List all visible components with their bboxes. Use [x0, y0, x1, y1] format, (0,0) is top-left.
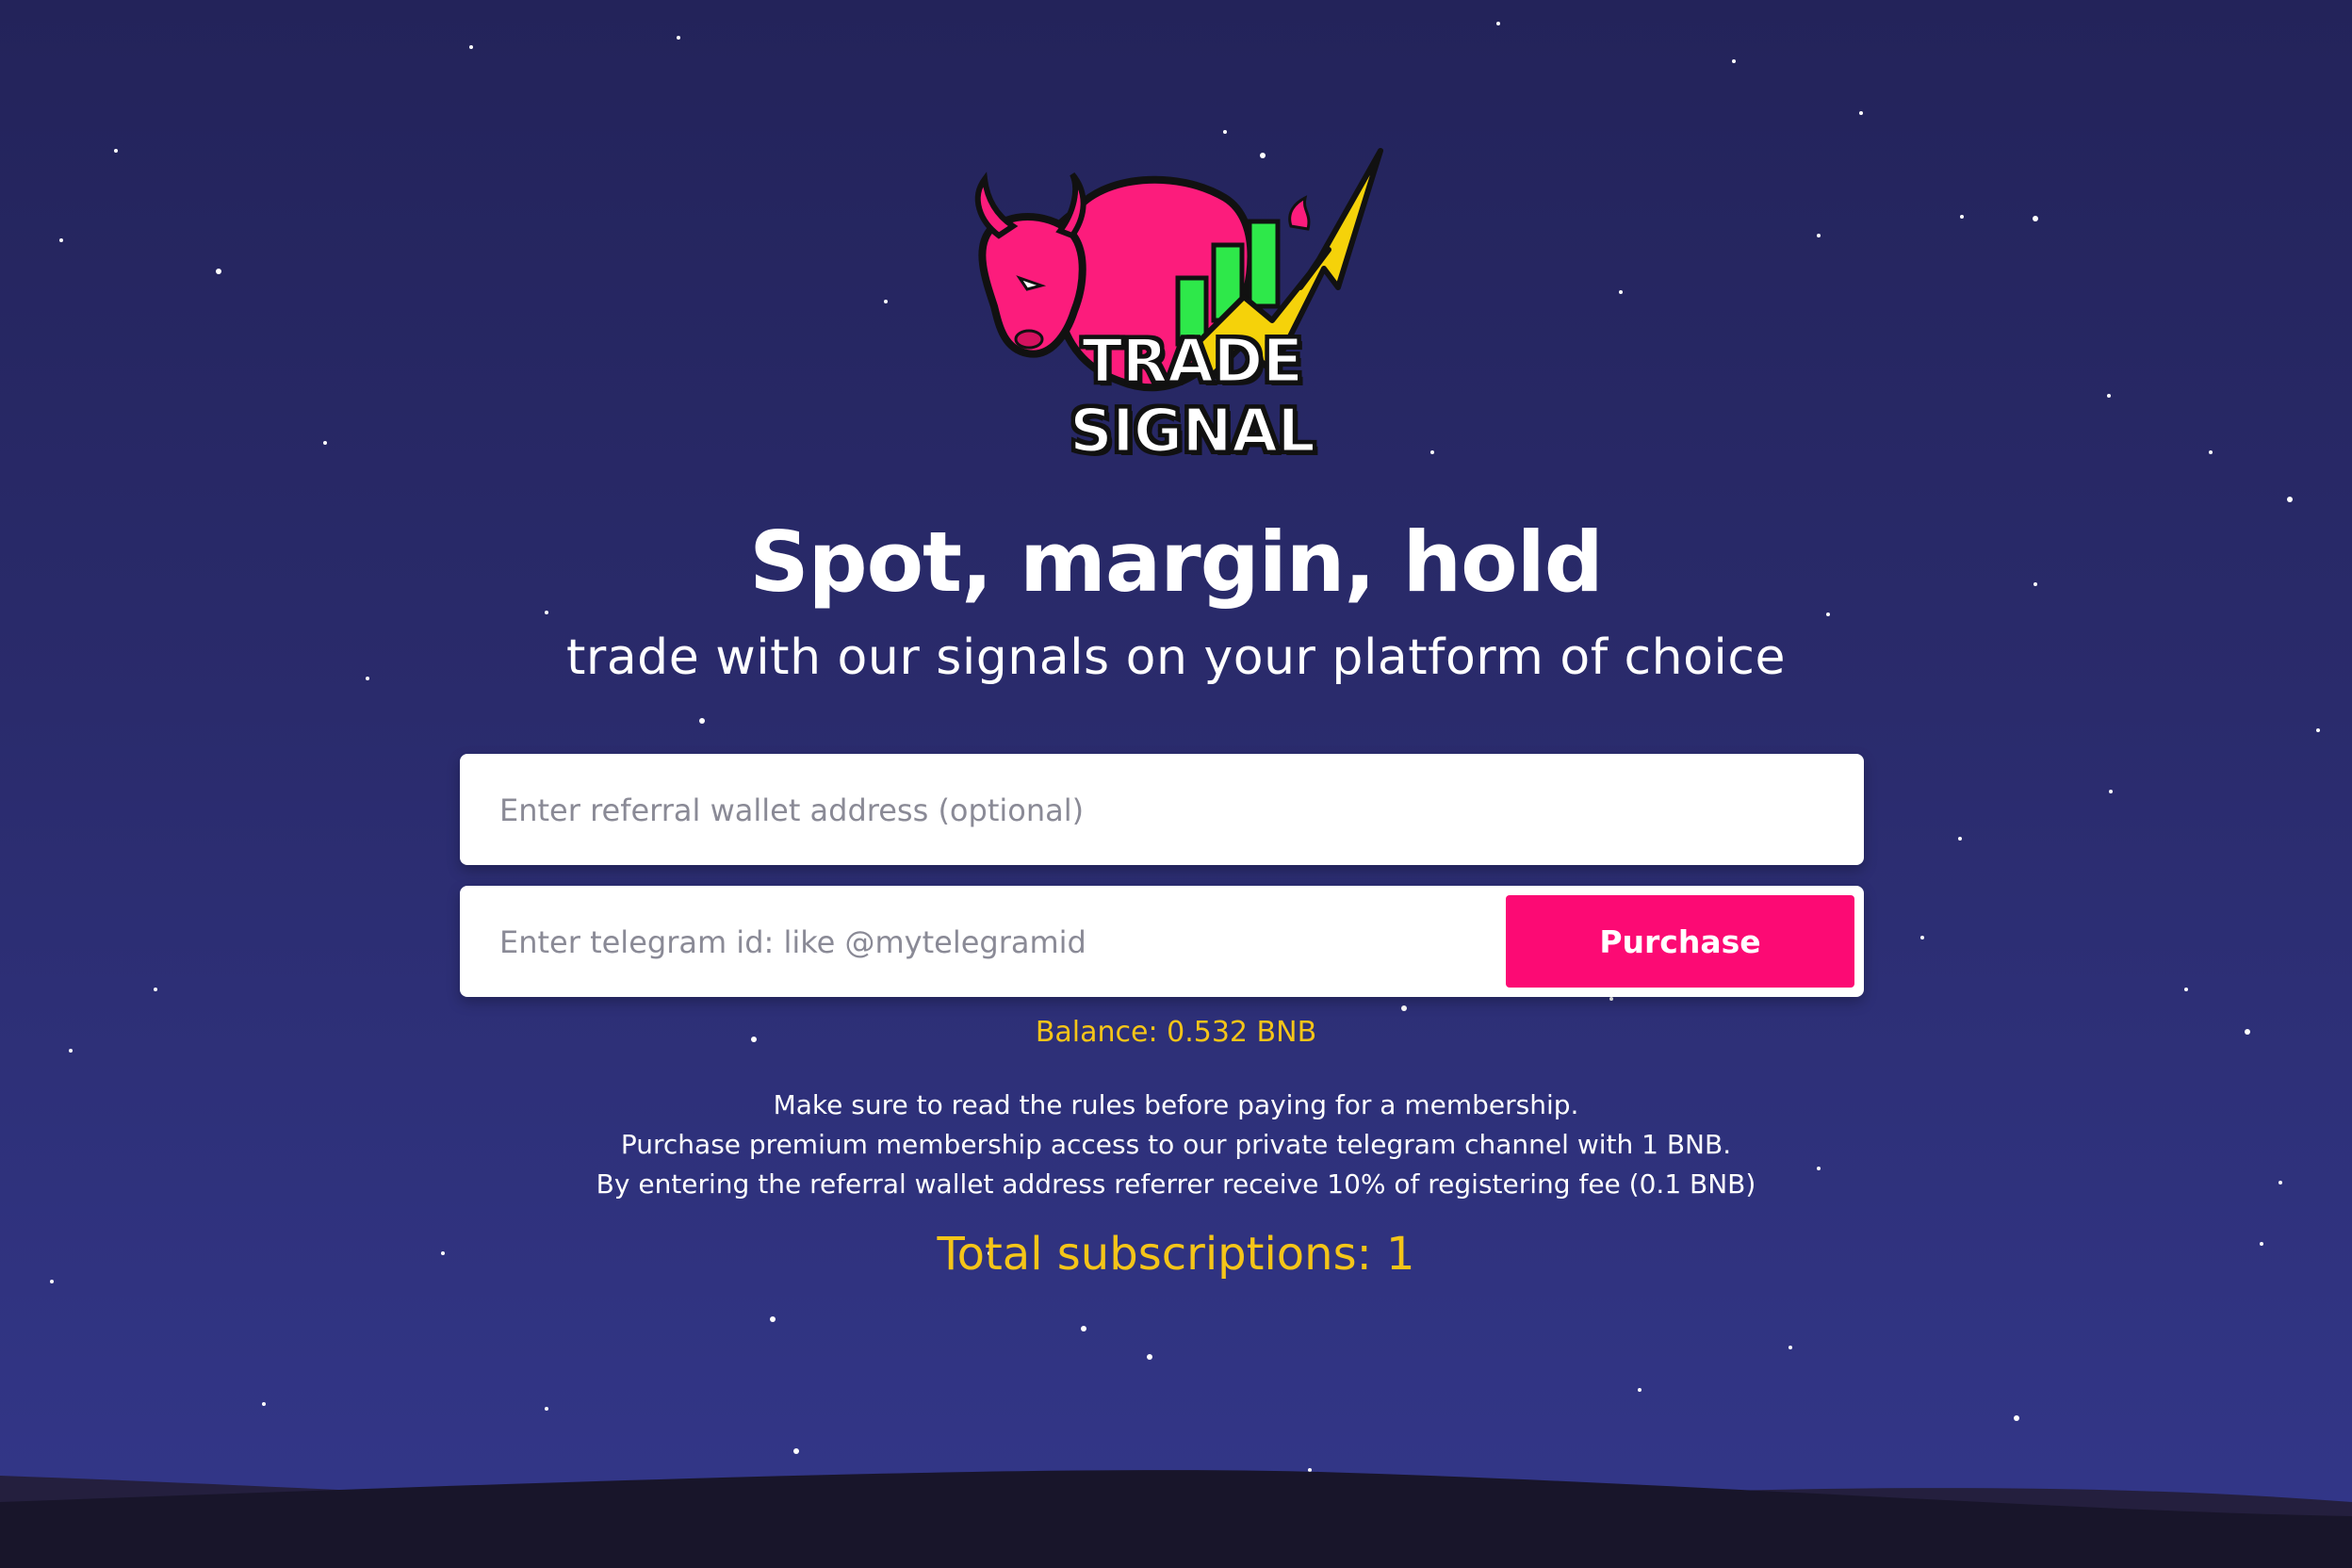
rules-line: Make sure to read the rules before payin… [773, 1089, 1579, 1120]
balance-text: Balance: 0.532 BNB [1035, 1016, 1317, 1049]
rules-line: Purchase premium membership access to ou… [620, 1129, 1732, 1160]
purchase-button[interactable]: Purchase [1506, 895, 1854, 988]
logo-wordmark: TRADE SIGNAL [1068, 326, 1316, 468]
trade-signal-logo: TRADE SIGNAL [961, 146, 1423, 468]
hills-silhouette [0, 1470, 2352, 1568]
telegram-id-input[interactable] [498, 886, 1481, 999]
rules-text: Make sure to read the rules before payin… [0, 1086, 2352, 1204]
total-subscriptions: Total subscriptions: 1 [937, 1228, 1415, 1281]
referral-wallet-input[interactable] [498, 754, 1839, 867]
hero-headline: Spot, margin, hold [749, 514, 1604, 611]
rules-line: By entering the referral wallet address … [596, 1168, 1756, 1200]
referral-field-container [460, 754, 1864, 867]
hero-subline: trade with our signals on your platform … [566, 629, 1786, 686]
telegram-field-container: Purchase [460, 886, 1864, 999]
